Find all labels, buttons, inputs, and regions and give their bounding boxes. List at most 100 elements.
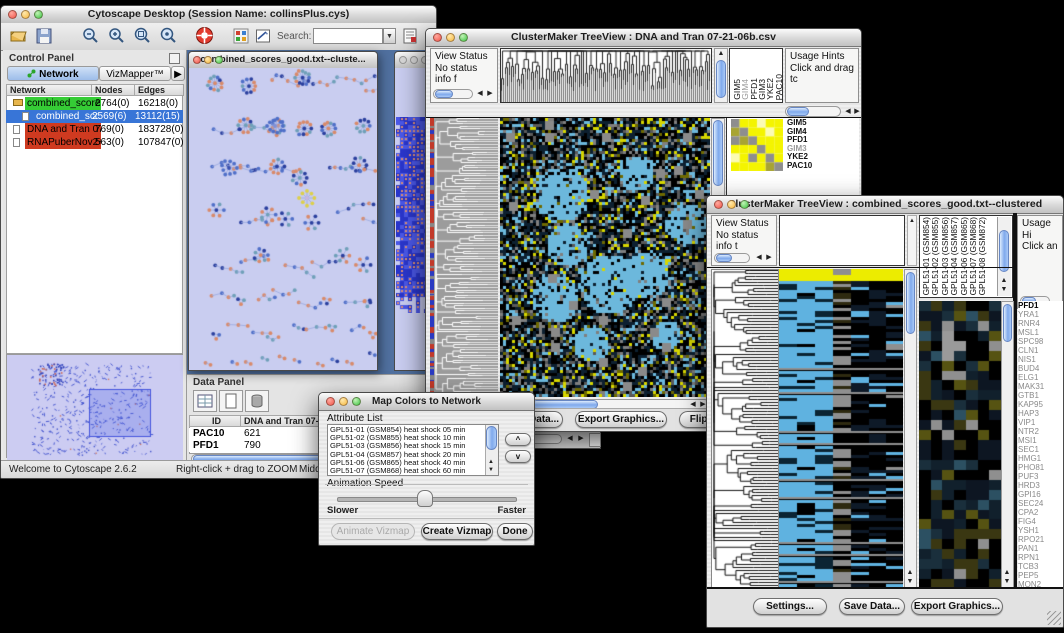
close-icon[interactable] <box>714 200 723 209</box>
gene-label[interactable]: HMG1 <box>1018 454 1064 463</box>
scroll-left-icon[interactable]: ◀ <box>565 435 575 443</box>
tab-network[interactable]: Network <box>7 66 99 81</box>
tv2-column-dendrogram-area[interactable] <box>779 215 905 266</box>
gene-label[interactable]: MAK31 <box>1018 382 1064 391</box>
zoom-in-icon[interactable] <box>107 27 125 45</box>
gene-label[interactable]: SEC24 <box>1018 499 1064 508</box>
zoom-selected-icon[interactable] <box>159 27 177 45</box>
zoom-window-icon[interactable] <box>215 56 223 64</box>
scroll-left-icon[interactable]: ◀ <box>475 90 485 98</box>
network-name[interactable]: combined_sco <box>34 110 98 123</box>
scroll-right-icon[interactable]: ▶ <box>764 254 774 262</box>
gene-label[interactable]: YRA1 <box>1018 310 1064 319</box>
gene-label[interactable]: MSL1 <box>1018 328 1064 337</box>
tv2-row-dendrogram[interactable] <box>711 269 779 589</box>
tv1-zoom-heatmap[interactable] <box>731 119 783 171</box>
minimize-icon[interactable] <box>204 56 212 64</box>
scroll-down-icon[interactable]: ▼ <box>486 466 496 474</box>
gene-label[interactable]: BUD4 <box>1018 364 1064 373</box>
tv1-status-hscrollbar[interactable] <box>433 89 473 99</box>
annotation-icon[interactable] <box>254 27 272 45</box>
gene-label[interactable]: RNR4 <box>1018 319 1064 328</box>
zoom-fit-icon[interactable] <box>133 27 151 45</box>
gene-label[interactable]: PHO81 <box>1018 463 1064 472</box>
minimize-icon[interactable] <box>446 33 455 42</box>
tv1-column-dendrogram[interactable] <box>500 48 712 103</box>
treeview1-title-bar[interactable]: ClusterMaker TreeView : DNA and Tran 07-… <box>426 29 861 47</box>
scroll-up-icon[interactable]: ▲ <box>907 217 917 225</box>
zoom-window-icon[interactable] <box>34 10 43 19</box>
network-name[interactable]: combined_scores <box>25 97 101 110</box>
save-session-icon[interactable] <box>35 27 53 45</box>
close-icon[interactable] <box>8 10 17 19</box>
scroll-right-icon[interactable]: ▶ <box>485 90 495 98</box>
network-name[interactable]: DNA and Tran 07 <box>25 123 101 136</box>
zoom-window-icon[interactable] <box>352 397 361 406</box>
settings-button[interactable]: Settings... <box>753 598 827 615</box>
gene-label[interactable]: PAN1 <box>1018 544 1064 553</box>
gene-label[interactable]: NIS1 <box>1018 355 1064 364</box>
scroll-up-icon[interactable]: ▲ <box>905 569 915 577</box>
scroll-up-icon[interactable]: ▲ <box>1002 569 1012 577</box>
resize-grip[interactable] <box>1047 611 1061 625</box>
column-header-network[interactable]: Network <box>6 84 92 96</box>
network-overview-panel[interactable] <box>6 354 183 458</box>
network-canvas-1[interactable] <box>189 68 377 370</box>
scroll-up-icon[interactable]: ▲ <box>716 50 726 58</box>
export-graphics-button[interactable]: Export Graphics... <box>911 598 1003 615</box>
scroll-up-icon[interactable]: ▲ <box>486 458 496 466</box>
dialog-title-bar[interactable]: Map Colors to Network <box>319 393 534 411</box>
network-name[interactable]: RNAPuberNov2+I <box>25 136 101 149</box>
gene-label[interactable]: CPA2 <box>1018 508 1064 517</box>
attribute-listbox[interactable]: GPL51-01 (GSM854) heat shock 05 minGPL51… <box>327 424 499 476</box>
tv2-status-hscrollbar[interactable] <box>714 253 750 263</box>
close-icon[interactable] <box>193 56 201 64</box>
minimize-icon[interactable] <box>727 200 736 209</box>
gene-label[interactable]: NTR2 <box>1018 427 1064 436</box>
help-lifering-icon[interactable] <box>195 26 213 44</box>
close-icon[interactable] <box>433 33 442 42</box>
done-button[interactable]: Done <box>497 523 533 540</box>
tv2-zoom-heatmap[interactable] <box>919 301 1001 589</box>
gene-label[interactable]: GPI16 <box>1018 490 1064 499</box>
network-table-row[interactable]: combined_scores2764(0)16218(0) <box>9 97 180 110</box>
gene-label[interactable]: CLN1 <box>1018 346 1064 355</box>
gene-label[interactable]: FIG4 <box>1018 517 1064 526</box>
tv1-zoom-hscrollbar[interactable] <box>785 106 841 117</box>
scroll-up-icon[interactable]: ▲ <box>999 277 1009 285</box>
save-data-button[interactable]: Save Data... <box>839 598 905 615</box>
scroll-down-icon[interactable]: ▼ <box>905 578 915 586</box>
treeview2-title-bar[interactable]: ClusterMaker TreeView : combined_scores_… <box>707 196 1063 214</box>
minimize-icon[interactable] <box>21 10 30 19</box>
vizmapper-icon[interactable] <box>232 27 250 45</box>
gene-label[interactable]: TCB3 <box>1018 562 1064 571</box>
search-input[interactable] <box>313 28 383 44</box>
search-dropdown-button[interactable]: ▼ <box>383 28 396 44</box>
attribute-list-vscrollbar[interactable]: ▲ ▼ <box>485 425 498 475</box>
new-attribute-icon[interactable] <box>219 390 243 412</box>
close-icon[interactable] <box>326 397 335 406</box>
gene-label[interactable]: PFD1 <box>1018 301 1064 310</box>
tv1-column-label[interactable]: PAC10 <box>775 74 784 100</box>
speed-slider-thumb[interactable] <box>417 490 433 507</box>
minimize-icon[interactable] <box>410 56 418 64</box>
more-tabs-button[interactable]: ▶ <box>171 66 185 81</box>
list-report-icon[interactable] <box>401 27 419 45</box>
attribute-list-item[interactable]: GPL51-07 (GSM868) heat shock 60 min <box>330 467 484 475</box>
open-file-icon[interactable] <box>9 27 27 45</box>
network-table-row[interactable]: DNA and Tran 07769(0)183728(0) <box>9 123 180 136</box>
attr-col-id[interactable]: ID <box>189 415 241 427</box>
gene-label[interactable]: MSI1 <box>1018 436 1064 445</box>
scroll-right-icon[interactable]: ▶ <box>576 435 586 443</box>
tv2-collabel-vscrollbar[interactable]: ▲ ▼ <box>997 217 1011 296</box>
gene-label[interactable]: VIP1 <box>1018 418 1064 427</box>
scroll-down-icon[interactable]: ▼ <box>1002 578 1012 586</box>
tv1-row-dendrogram[interactable] <box>434 118 498 397</box>
scroll-left-icon[interactable]: ◀ <box>754 254 764 262</box>
export-graphics-button[interactable]: Export Graphics... <box>575 411 667 428</box>
gene-label[interactable]: PUF3 <box>1018 472 1064 481</box>
tv2-column-label[interactable]: GPL51-08 (GSM872) <box>978 217 987 295</box>
gene-label[interactable]: ELG1 <box>1018 373 1064 382</box>
zoom-out-icon[interactable] <box>81 27 99 45</box>
main-title-bar[interactable]: Cytoscape Desktop (Session Name: collins… <box>1 6 436 24</box>
